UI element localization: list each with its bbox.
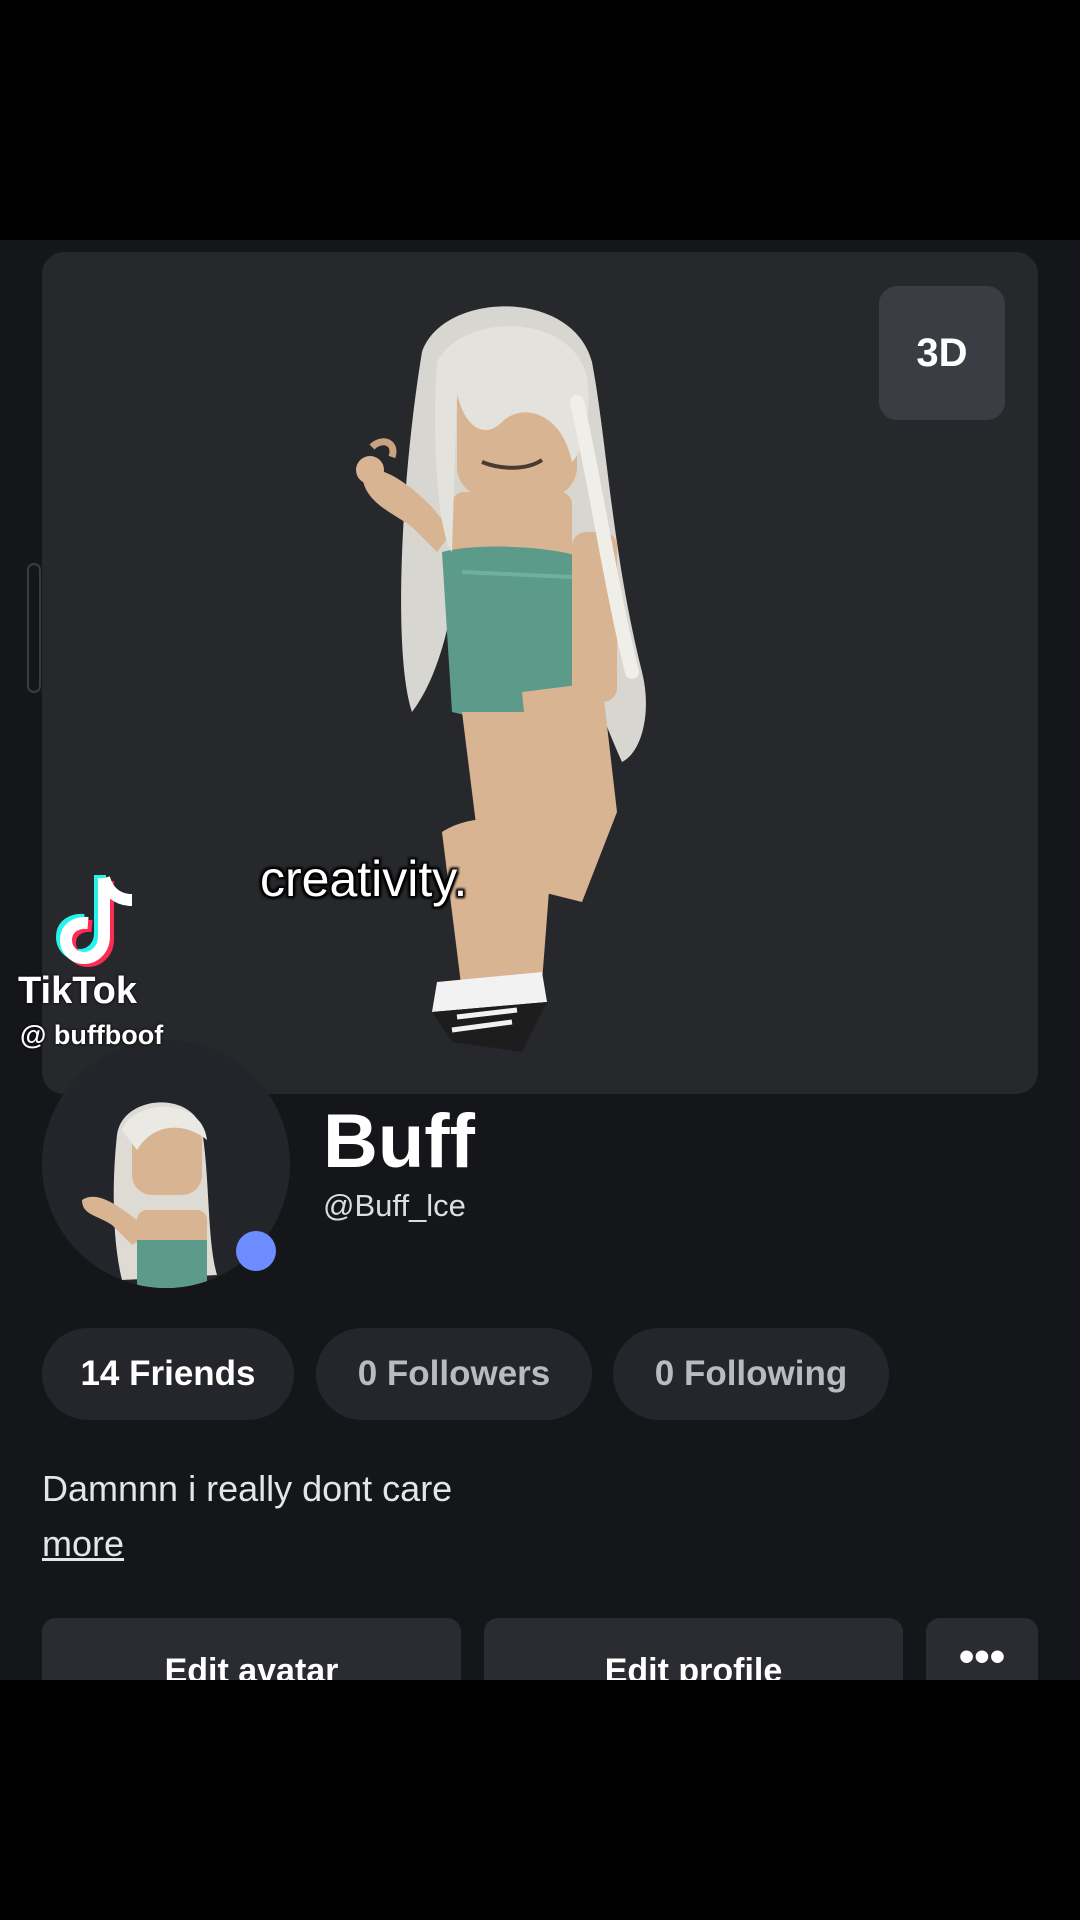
edit-avatar-button[interactable]: Edit avatar	[42, 1618, 461, 1680]
tiktok-creator-handle: @ buffboof	[20, 1020, 164, 1050]
tiktok-app-name: TikTok	[18, 970, 137, 1012]
edit-profile-button[interactable]: Edit profile	[484, 1618, 903, 1680]
online-status-indicator	[236, 1231, 276, 1271]
bottom-letterbox	[0, 1680, 1080, 1920]
more-options-button[interactable]: •••	[926, 1618, 1038, 1680]
bio-more-link[interactable]: more	[42, 1523, 124, 1565]
username: @Buff_lce	[323, 1188, 466, 1223]
scroll-indicator[interactable]	[27, 563, 41, 693]
tiktok-watermark: TikTok @ buffboof	[16, 870, 216, 1050]
tiktok-logo-icon	[55, 875, 133, 968]
video-caption: creativity.	[260, 851, 468, 907]
toggle-3d-button[interactable]: 3D	[879, 286, 1005, 420]
profile-bio: Damnnn i really dont care	[42, 1468, 453, 1509]
top-letterbox	[0, 0, 1080, 240]
friends-count-button[interactable]: 14 Friends	[42, 1328, 294, 1420]
following-count-button[interactable]: 0 Following	[613, 1328, 889, 1420]
followers-count-button[interactable]: 0 Followers	[316, 1328, 592, 1420]
avatar-3d-figure	[356, 306, 646, 1052]
display-name: Buff	[323, 1099, 475, 1184]
